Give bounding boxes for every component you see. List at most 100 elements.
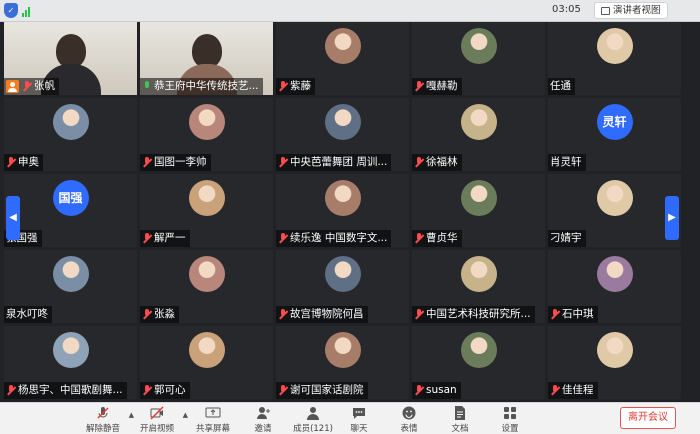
participant-tile[interactable]: 恭王府中华传统技艺...	[140, 22, 273, 95]
participant-name-tag: 谢可国家话剧院	[276, 382, 368, 399]
participant-name: 恭王府中华传统技艺...	[154, 80, 259, 92]
participant-name-tag: susan	[412, 382, 461, 399]
leave-meeting-button[interactable]: 离开会议	[620, 407, 676, 429]
participant-name-tag: 佳佳程	[548, 382, 598, 399]
participant-name-tag: 嘎赫勒	[412, 78, 462, 95]
participant-tile[interactable]: 灵轩肖灵轩	[548, 98, 681, 171]
participant-tile[interactable]: 曹贞华	[412, 174, 545, 247]
settings-label: 设置	[501, 424, 519, 434]
avatar	[324, 180, 361, 216]
invite-button[interactable]: 邀请	[240, 405, 286, 434]
network-signal-icon	[22, 6, 30, 17]
share-screen-label: 共享屏幕	[195, 424, 230, 434]
unmute-button[interactable]: 解除静音 ▲	[80, 405, 134, 434]
docs-button[interactable]: 文档	[437, 405, 483, 434]
participant-tile[interactable]: 故宫博物院何昌	[276, 250, 409, 323]
participant-tile[interactable]: 佳佳程	[548, 326, 681, 399]
avatar-initials: 灵轩	[596, 104, 633, 140]
participant-tile[interactable]: 解严一	[140, 174, 273, 247]
participant-tile[interactable]: 嘎赫勒	[412, 22, 545, 95]
apps-grid-icon	[504, 407, 516, 419]
speaker-view-button[interactable]: 演讲者视图	[594, 2, 668, 19]
participant-name-tag: 杨思宇、中国歌剧舞...	[4, 382, 127, 399]
person-silhouette	[191, 34, 222, 68]
avatar	[596, 256, 633, 292]
participant-name-tag: 续乐逸 中国数字文...	[276, 230, 392, 247]
microphone-muted-icon	[6, 157, 16, 168]
document-icon	[455, 406, 465, 420]
participant-name-tag: 张淼	[140, 306, 179, 323]
avatar	[596, 332, 633, 368]
microphone-muted-icon	[278, 157, 288, 168]
shield-icon: ✓	[4, 3, 18, 18]
avatar	[188, 332, 225, 368]
participant-tile[interactable]: 石中琪	[548, 250, 681, 323]
participant-tile[interactable]: 郭可心	[140, 326, 273, 399]
participant-name-tag: 中央芭蕾舞团 周训...	[276, 154, 392, 171]
avatar	[188, 256, 225, 292]
participant-tile[interactable]: 国图一李帅	[140, 98, 273, 171]
avatar	[324, 28, 361, 64]
participant-name-tag: 张帆	[4, 78, 59, 95]
participant-tile[interactable]: 申奥	[4, 98, 137, 171]
participant-name: 解严一	[154, 232, 186, 244]
participant-name-tag: 故宫博物院何昌	[276, 306, 368, 323]
members-button[interactable]: 成员(121)	[290, 405, 336, 434]
add-user-icon	[257, 407, 270, 419]
docs-label: 文档	[451, 424, 469, 434]
speaker-view-icon	[601, 6, 610, 15]
share-screen-button[interactable]: 共享屏幕	[190, 405, 236, 434]
participant-name: 石中琪	[562, 308, 594, 320]
participant-tile[interactable]: 中央芭蕾舞团 周训...	[276, 98, 409, 171]
participant-grid: 张帆 恭王府中华传统技艺... 紫藤 嘎赫勒 任通申奥 国图一李帅 中央芭蕾舞团 周训...…	[4, 22, 682, 399]
expressions-label: 表情	[400, 424, 418, 434]
participant-tile[interactable]: 张淼	[140, 250, 273, 323]
avatar	[596, 28, 633, 64]
participant-tile[interactable]: 国强 张国强	[4, 174, 137, 247]
next-page-button[interactable]: ▶	[665, 196, 679, 240]
start-video-button[interactable]: 开启视频 ▲	[134, 405, 188, 434]
prev-page-button[interactable]: ◀	[6, 196, 20, 240]
participant-name: 曹贞华	[426, 232, 458, 244]
participant-name-tag: 紫藤	[276, 78, 315, 95]
host-icon	[6, 80, 19, 93]
members-icon	[307, 407, 319, 420]
participant-tile[interactable]: 任通	[548, 22, 681, 95]
participant-tile[interactable]: 刁婧宇	[548, 174, 681, 247]
participant-name-tag: 石中琪	[548, 306, 598, 323]
participant-name: 中国艺术科技研究所...	[426, 308, 531, 320]
participant-name-tag: 曹贞华	[412, 230, 462, 247]
microphone-muted-icon	[550, 385, 560, 396]
participant-tile[interactable]: 续乐逸 中国数字文...	[276, 174, 409, 247]
participant-name: 嘎赫勒	[426, 80, 458, 92]
microphone-muted-icon	[278, 385, 288, 396]
participant-tile[interactable]: 紫藤	[276, 22, 409, 95]
participant-name: 肖灵轩	[550, 156, 582, 168]
participant-tile[interactable]: 杨思宇、中国歌剧舞...	[4, 326, 137, 399]
avatar	[188, 104, 225, 140]
participant-tile[interactable]: 张帆	[4, 22, 137, 95]
participant-name: 谢可国家话剧院	[290, 384, 364, 396]
participant-name: 刁婧宇	[550, 232, 582, 244]
chevron-up-icon[interactable]: ▲	[183, 411, 188, 419]
microphone-muted-icon	[97, 407, 109, 419]
avatar	[460, 104, 497, 140]
expressions-button[interactable]: 表情	[386, 405, 432, 434]
chat-button[interactable]: 聊天	[336, 405, 382, 434]
participant-tile[interactable]: 谢可国家话剧院	[276, 326, 409, 399]
participant-tile[interactable]: susan	[412, 326, 545, 399]
participant-tile[interactable]: 泉水叮咚	[4, 250, 137, 323]
participant-name: 徐福林	[426, 156, 458, 168]
participant-tile[interactable]: 中国艺术科技研究所...	[412, 250, 545, 323]
microphone-muted-icon	[142, 309, 152, 320]
microphone-muted-icon	[142, 233, 152, 244]
chevron-left-icon: ◀	[9, 212, 17, 223]
speaker-view-label: 演讲者视图	[613, 5, 661, 16]
participant-name: 张帆	[34, 80, 55, 92]
participant-name: 故宫博物院何昌	[290, 308, 364, 320]
camera-off-icon	[150, 406, 164, 420]
settings-button[interactable]: 设置	[487, 405, 533, 434]
participant-name: 郭可心	[154, 384, 186, 396]
microphone-muted-icon	[278, 233, 288, 244]
participant-tile[interactable]: 徐福林	[412, 98, 545, 171]
